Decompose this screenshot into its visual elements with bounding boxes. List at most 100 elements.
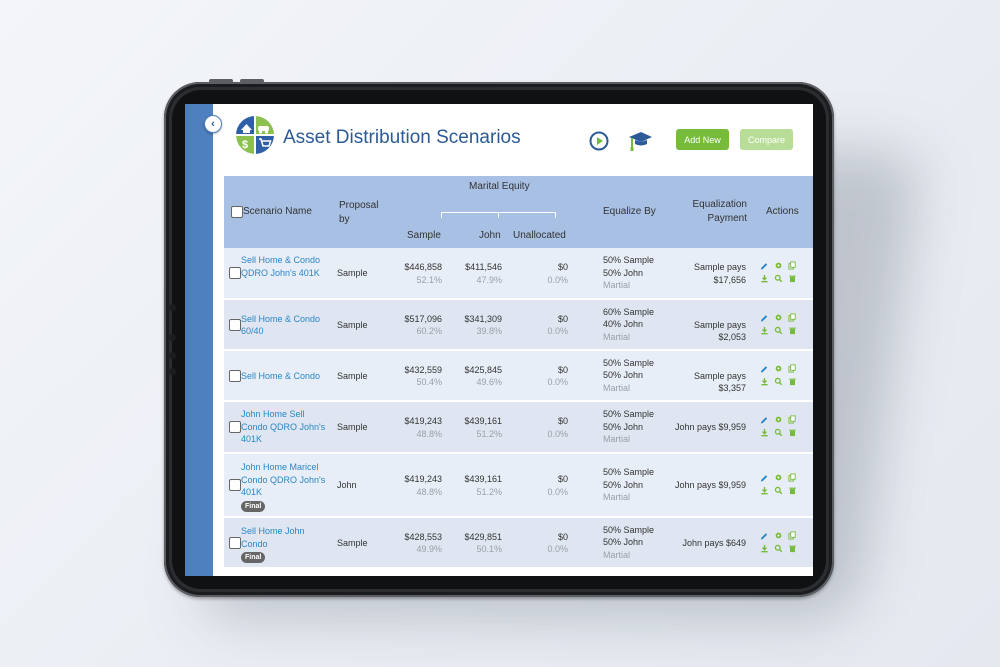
select-all-checkbox[interactable] (231, 206, 243, 218)
sample-amount: $428,553 (404, 531, 442, 542)
copy-icon[interactable] (788, 530, 797, 540)
graduation-cap-icon[interactable] (627, 128, 653, 154)
pencil-icon[interactable] (760, 313, 769, 322)
app-logo: $ (236, 116, 274, 154)
equalize-line: 50% John (603, 370, 644, 380)
header-equalize-by[interactable]: Equalize By (603, 206, 656, 217)
trash-icon[interactable] (788, 274, 797, 283)
copy-icon[interactable] (788, 473, 797, 482)
add-new-button[interactable]: Add New (676, 129, 729, 150)
header-proposal-by[interactable]: Proposal by (339, 199, 389, 227)
header-sample[interactable]: Sample (407, 230, 441, 241)
row-actions (760, 473, 796, 499)
search-icon[interactable] (774, 428, 783, 437)
row-checkbox[interactable] (229, 318, 241, 331)
header-unallocated[interactable]: Unallocated (513, 230, 566, 241)
trash-icon[interactable] (788, 326, 797, 335)
john-amount: $341,309 (464, 313, 502, 324)
row-checkbox[interactable] (229, 267, 241, 279)
table-header: Scenario Name Proposal by Marital Equity… (224, 176, 813, 248)
header-equalization-payment[interactable]: Equalization Payment (681, 198, 747, 226)
header-marital-equity: Marital Equity (469, 181, 530, 192)
scenario-name-link[interactable]: Sell Home & Condo (241, 371, 320, 381)
pencil-icon[interactable] (760, 364, 769, 373)
search-icon[interactable] (774, 486, 783, 495)
header-scenario-name[interactable]: Scenario Name (243, 206, 312, 217)
unallocated-percent: 0.0% (547, 377, 568, 387)
trash-icon[interactable] (788, 428, 797, 437)
header-actions: Actions (766, 206, 799, 217)
trash-icon[interactable] (788, 377, 797, 386)
equalize-line: 50% John (603, 421, 644, 432)
table-row[interactable]: Sell Home & Condo Sample $432,559 50.4% … (224, 351, 813, 402)
table-row[interactable]: John Home Maricel Condo QDRO John's 401K… (224, 454, 813, 518)
row-checkbox[interactable] (229, 479, 241, 491)
chevron-left-icon[interactable]: ‹ (204, 115, 222, 133)
table-row[interactable]: Sell Home John Condo Final Sample $428,5… (224, 518, 813, 569)
pencil-icon[interactable] (760, 261, 769, 270)
gear-icon[interactable] (774, 415, 783, 424)
download-icon[interactable] (760, 428, 769, 437)
john-amount: $411,546 (465, 262, 502, 272)
trash-icon[interactable] (788, 486, 797, 495)
scenario-name-link[interactable]: John Home Maricel Condo QDRO John's 401K (241, 462, 325, 497)
final-badge: Final (241, 552, 266, 563)
pencil-icon[interactable] (760, 531, 769, 540)
gear-icon[interactable] (774, 473, 783, 482)
compare-button[interactable]: Compare (740, 129, 793, 150)
sample-amount: $419,243 (404, 416, 442, 426)
final-badge: Final (241, 500, 266, 512)
search-icon[interactable] (774, 377, 783, 386)
trash-icon[interactable] (788, 544, 797, 553)
proposal-by: Sample (337, 370, 368, 381)
download-icon[interactable] (760, 274, 769, 283)
pencil-icon[interactable] (760, 415, 769, 424)
equalization-payment: Sample pays $2,053 (693, 319, 746, 343)
table-row[interactable]: Sell Home & Condo QDRO John's 401K Sampl… (224, 248, 813, 300)
scenario-name-link[interactable]: John Home Sell Condo QDRO John's 401K (241, 409, 325, 444)
copy-icon[interactable] (788, 363, 797, 373)
gear-icon[interactable] (774, 313, 783, 322)
copy-icon[interactable] (788, 312, 797, 322)
pencil-icon[interactable] (760, 473, 769, 482)
unallocated-percent: 0.0% (547, 486, 568, 497)
svg-text:$: $ (242, 139, 248, 151)
copy-icon[interactable] (788, 261, 797, 270)
scenario-name-link[interactable]: Sell Home & Condo QDRO John's 401K (241, 255, 320, 278)
search-icon[interactable] (774, 326, 783, 335)
search-icon[interactable] (774, 274, 783, 283)
copy-icon[interactable] (788, 415, 797, 424)
gear-icon[interactable] (774, 364, 783, 373)
row-checkbox[interactable] (229, 421, 241, 433)
table-row[interactable]: John Home Sell Condo QDRO John's 401K Sa… (224, 402, 813, 454)
download-icon[interactable] (760, 326, 769, 335)
header-john[interactable]: John (479, 230, 501, 241)
sample-amount: $432,559 (404, 364, 442, 375)
proposal-by: Sample (337, 537, 368, 548)
gear-icon[interactable] (774, 531, 783, 540)
equalization-payment: John pays $9,959 (674, 422, 746, 432)
search-icon[interactable] (774, 544, 783, 553)
table-body: Sell Home & Condo QDRO John's 401K Sampl… (224, 248, 813, 569)
proposal-by: Sample (337, 422, 368, 432)
download-icon[interactable] (760, 544, 769, 553)
scenario-name-link[interactable]: Sell Home John Condo (241, 526, 305, 549)
unallocated-percent: 0.0% (547, 428, 568, 439)
download-icon[interactable] (760, 486, 769, 495)
play-icon[interactable] (589, 131, 609, 151)
table-row[interactable]: Sell Home & Condo 60/40 Sample $517,096 … (224, 300, 813, 351)
scenario-name-link[interactable]: Sell Home & Condo 60/40 (241, 314, 320, 337)
gear-icon[interactable] (774, 261, 783, 270)
equalize-line: 50% Sample (603, 467, 655, 477)
john-amount: $425,845 (464, 364, 502, 375)
equalize-line: 50% Sample (603, 524, 655, 535)
unallocated-amount: $0 (557, 416, 568, 426)
row-checkbox[interactable] (229, 536, 241, 549)
download-icon[interactable] (760, 377, 769, 386)
row-checkbox[interactable] (229, 369, 241, 382)
sample-amount: $517,096 (404, 313, 442, 324)
john-percent: 50.1% (476, 544, 502, 554)
equalize-type: Martial (603, 434, 631, 444)
equalization-payment: John pays $9,959 (674, 480, 746, 490)
unallocated-amount: $0 (557, 313, 568, 324)
